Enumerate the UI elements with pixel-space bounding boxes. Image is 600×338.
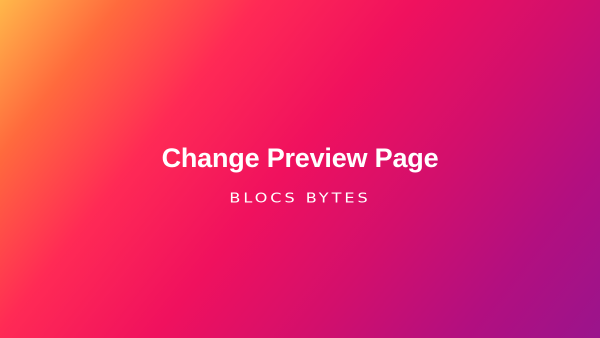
- hero-banner: Change Preview Page BLOCS BYTES: [0, 0, 600, 338]
- brand-logo-text: BLOCS BYTES: [229, 189, 371, 206]
- page-title: Change Preview Page: [161, 143, 439, 173]
